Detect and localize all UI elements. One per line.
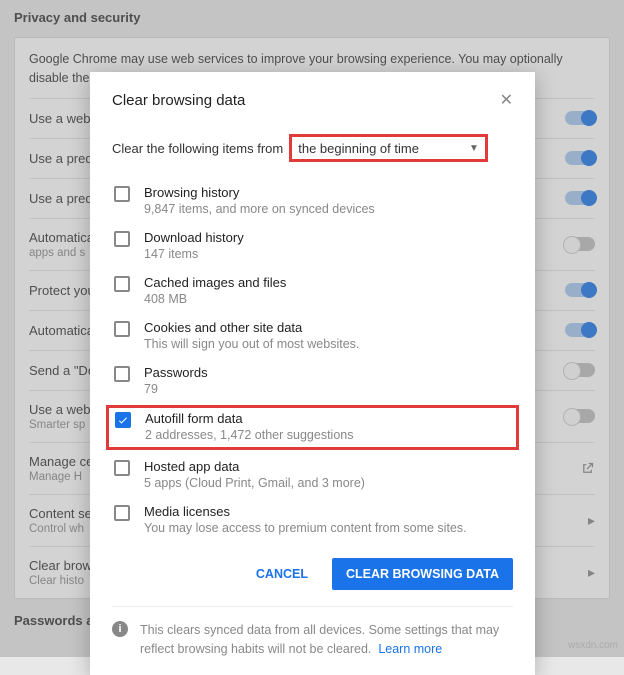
checkbox[interactable] [114,186,130,202]
option-label: Autofill form data [145,411,353,426]
footnote-text: This clears synced data from all devices… [140,621,513,659]
option-label: Download history [144,230,244,245]
external-link-icon[interactable] [579,460,595,476]
option-row: Passwords 79 [112,358,513,403]
clear-browsing-dialog: Clear browsing data ✕ Clear the followin… [90,72,535,675]
section-title: Privacy and security [14,10,610,25]
option-label: Passwords [144,365,208,380]
option-row: Cookies and other site data This will sig… [112,313,513,358]
toggle-switch[interactable] [565,151,595,165]
cancel-button[interactable]: CANCEL [242,558,322,590]
toggle-switch[interactable] [565,111,595,125]
option-row: Download history 147 items [112,223,513,268]
checkbox[interactable] [114,231,130,247]
chevron-down-icon: ▼ [469,143,479,154]
toggle-switch[interactable] [565,283,595,297]
toggle-switch[interactable] [565,323,595,337]
option-sublabel: 147 items [144,247,244,261]
option-sublabel: 79 [144,382,208,396]
checkbox[interactable] [114,505,130,521]
learn-more-link[interactable]: Learn more [378,642,442,656]
checkbox[interactable] [114,321,130,337]
option-sublabel: You may lose access to premium content f… [144,521,467,535]
time-range-label: Clear the following items from [112,141,283,156]
checkbox[interactable] [114,460,130,476]
checkbox[interactable] [114,276,130,292]
chevron-right-icon: ▸ [588,512,595,529]
option-row: Browsing history 9,847 items, and more on… [112,178,513,223]
option-label: Cached images and files [144,275,286,290]
option-label: Media licenses [144,504,467,519]
option-sublabel: This will sign you out of most websites. [144,337,359,351]
option-sublabel: 9,847 items, and more on synced devices [144,202,375,216]
toggle-switch[interactable] [565,409,595,423]
chevron-right-icon: ▸ [588,564,595,581]
option-sublabel: 408 MB [144,292,286,306]
close-icon[interactable]: ✕ [500,90,513,110]
info-icon: i [112,621,128,637]
option-label: Cookies and other site data [144,320,359,335]
time-range-select[interactable]: the beginning of time ▼ [289,134,488,162]
option-sublabel: 5 apps (Cloud Print, Gmail, and 3 more) [144,476,365,490]
dialog-title: Clear browsing data [112,92,245,109]
option-row: Hosted app data 5 apps (Cloud Print, Gmai… [112,452,513,497]
option-row: Autofill form data 2 addresses, 1,472 oth… [106,405,519,450]
toggle-switch[interactable] [565,237,595,251]
toggle-switch[interactable] [565,363,595,377]
option-row: Cached images and files 408 MB [112,268,513,313]
option-label: Browsing history [144,185,375,200]
clear-data-button[interactable]: CLEAR BROWSING DATA [332,558,513,590]
toggle-switch[interactable] [565,191,595,205]
checkbox[interactable] [114,366,130,382]
option-row: Media licenses You may lose access to pre… [112,497,513,542]
watermark: wsxdn.com [568,640,618,651]
option-sublabel: 2 addresses, 1,472 other suggestions [145,428,353,442]
option-label: Hosted app data [144,459,365,474]
checkbox[interactable] [115,412,131,428]
